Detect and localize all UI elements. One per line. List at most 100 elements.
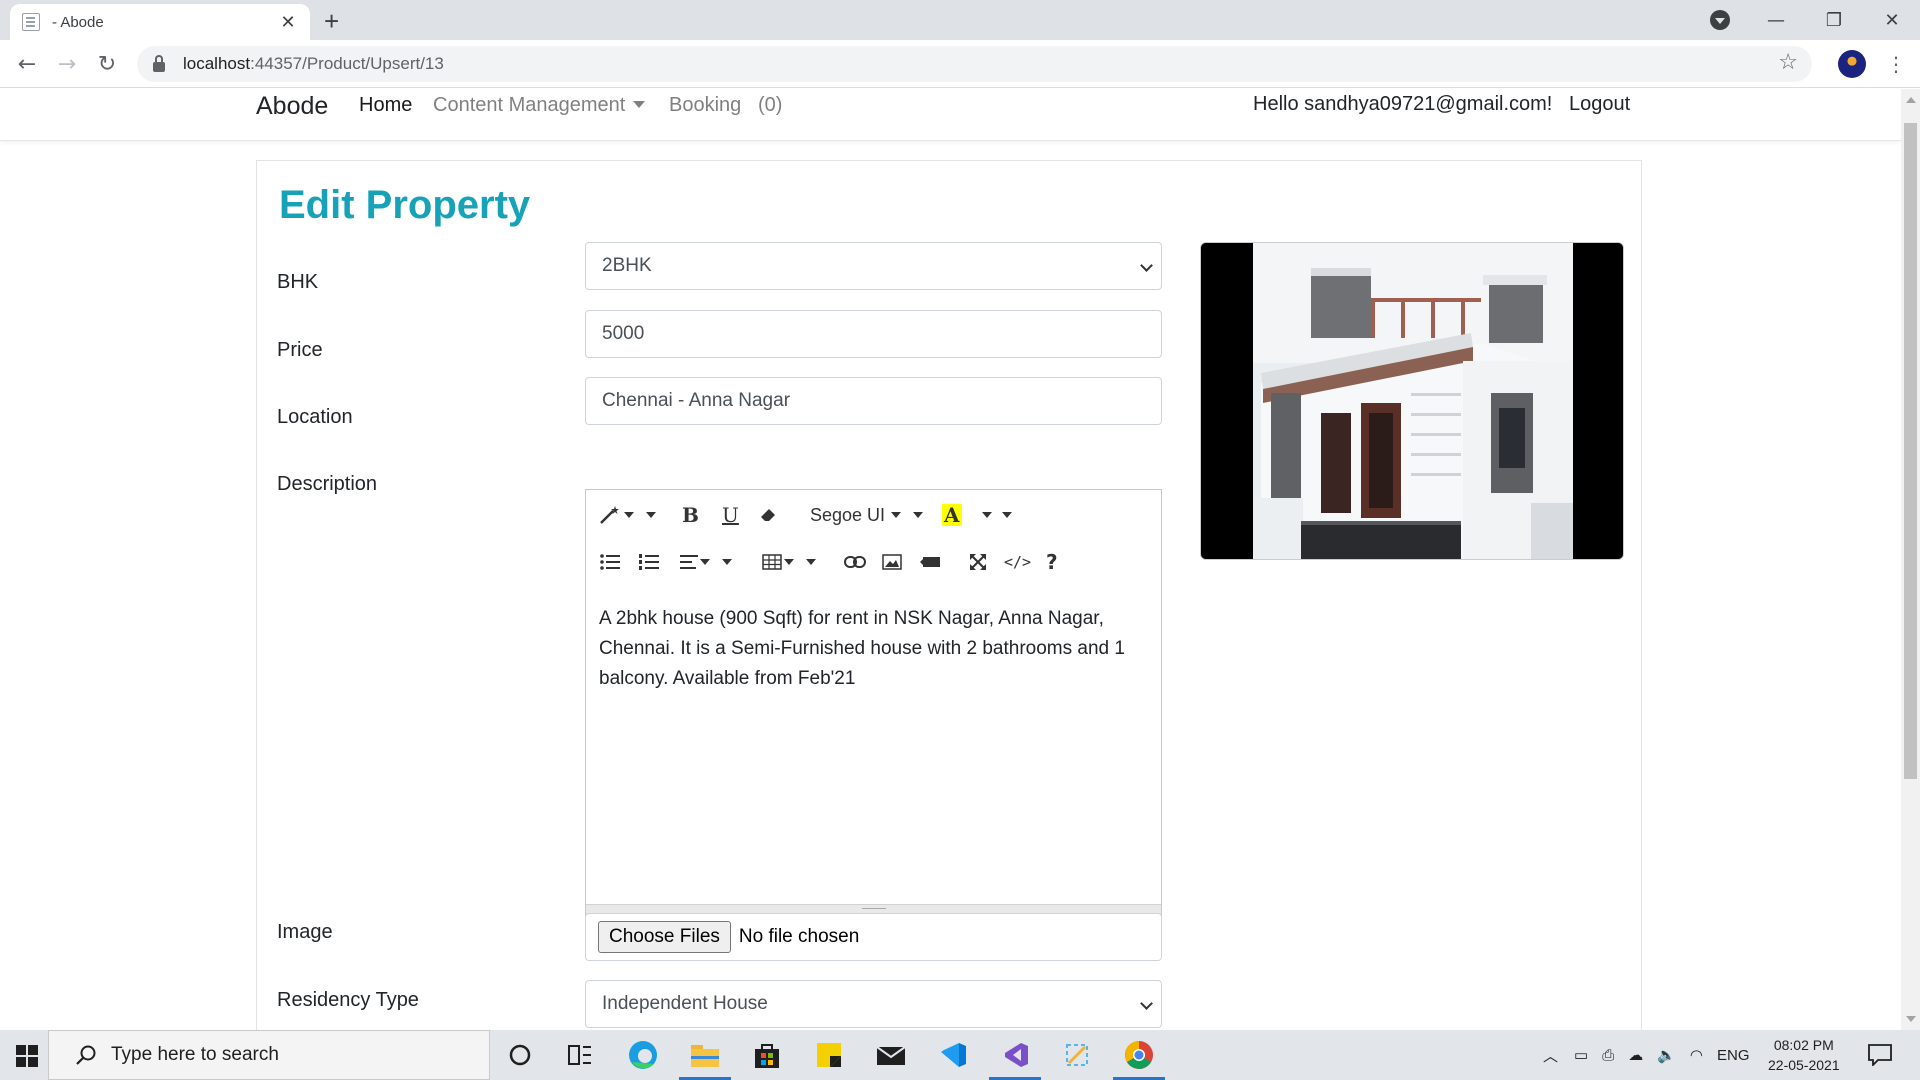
close-tab-icon[interactable]: ✕ bbox=[278, 12, 298, 33]
scroll-down-icon[interactable] bbox=[1906, 1016, 1916, 1022]
logout-link[interactable]: Logout bbox=[1569, 93, 1630, 116]
page-scrollbar[interactable] bbox=[1901, 89, 1920, 1030]
cortana-icon[interactable] bbox=[504, 1039, 536, 1071]
choose-files-button[interactable]: Choose Files bbox=[598, 921, 731, 953]
taskbar-search-placeholder: Type here to search bbox=[111, 1044, 279, 1065]
editor-toolbar: B U Segoe UI A </> ? bbox=[586, 490, 1161, 595]
font-name-dropdown[interactable]: Segoe UI bbox=[810, 500, 924, 530]
sticky-notes-icon[interactable] bbox=[813, 1039, 845, 1071]
bhk-value: 2BHK bbox=[602, 255, 652, 276]
file-explorer-icon[interactable] bbox=[679, 1039, 731, 1080]
image-file-input[interactable]: Choose Files No file chosen bbox=[585, 913, 1162, 961]
price-input[interactable]: 5000 bbox=[585, 310, 1162, 358]
chevron-down-icon bbox=[1140, 997, 1153, 1010]
scroll-up-icon[interactable] bbox=[1906, 97, 1916, 103]
clock-time: 08:02 PM bbox=[1773, 1037, 1834, 1053]
tab-search-icon[interactable] bbox=[1710, 10, 1730, 30]
vscode-icon[interactable] bbox=[937, 1039, 969, 1071]
numbered-list-icon[interactable] bbox=[639, 547, 659, 577]
address-bar[interactable]: localhost:44357/Product/Upsert/13 ☆ bbox=[137, 46, 1812, 82]
back-icon[interactable]: ← bbox=[11, 48, 43, 80]
residency-type-label: Residency Type bbox=[277, 989, 419, 1011]
image-icon[interactable] bbox=[882, 547, 902, 577]
minimize-icon[interactable]: — bbox=[1748, 0, 1804, 40]
taskbar-search-box[interactable]: Type here to search bbox=[48, 1030, 490, 1080]
browser-tab[interactable]: - Abode ✕ bbox=[10, 4, 310, 40]
text-color-button[interactable]: A bbox=[942, 500, 1012, 530]
chrome-icon[interactable] bbox=[1113, 1039, 1165, 1080]
image-label: Image bbox=[277, 921, 333, 943]
bookmark-star-icon[interactable]: ☆ bbox=[1778, 50, 1798, 75]
lock-icon[interactable] bbox=[153, 54, 165, 72]
profile-avatar[interactable] bbox=[1838, 50, 1866, 78]
mail-icon[interactable] bbox=[875, 1039, 907, 1071]
location-input[interactable]: Chennai - Anna Nagar bbox=[585, 377, 1162, 425]
underline-button[interactable]: U bbox=[722, 500, 739, 530]
wifi-icon[interactable]: ◠ bbox=[1690, 1046, 1703, 1064]
visual-studio-icon[interactable] bbox=[989, 1039, 1041, 1080]
code-view-icon[interactable]: </> bbox=[1004, 547, 1031, 577]
scrollbar-thumb[interactable] bbox=[1904, 123, 1917, 779]
show-hidden-icons-icon[interactable]: ︿ bbox=[1543, 1045, 1558, 1066]
page-icon bbox=[22, 13, 40, 31]
price-label: Price bbox=[277, 339, 323, 361]
bullet-list-icon[interactable] bbox=[600, 547, 620, 577]
page-title: Edit Property bbox=[279, 183, 531, 227]
font-name-value: Segoe UI bbox=[810, 504, 886, 525]
restore-icon[interactable]: ❐ bbox=[1806, 0, 1862, 40]
location-value: Chennai - Anna Nagar bbox=[602, 390, 791, 411]
microsoft-store-icon[interactable] bbox=[751, 1039, 783, 1071]
search-icon bbox=[76, 1045, 96, 1065]
notifications-icon[interactable] bbox=[1864, 1039, 1896, 1071]
windows-start-icon[interactable] bbox=[16, 1045, 38, 1067]
task-view-icon[interactable] bbox=[564, 1039, 596, 1071]
description-editor[interactable]: B U Segoe UI A </> ? A 2bhk house (900 S… bbox=[585, 489, 1162, 917]
fullscreen-icon[interactable] bbox=[969, 547, 987, 577]
forward-icon[interactable]: → bbox=[51, 48, 83, 80]
page-viewport: Abode Home Content Management Booking (0… bbox=[0, 89, 1901, 1030]
nav-home[interactable]: Home bbox=[359, 94, 412, 117]
residency-type-select[interactable]: Independent House bbox=[585, 980, 1162, 1028]
nav-booking[interactable]: Booking bbox=[669, 94, 741, 117]
device-icon[interactable]: ⎙ bbox=[1602, 1047, 1614, 1064]
bhk-select[interactable]: 2BHK bbox=[585, 242, 1162, 290]
site-navbar: Abode Home Content Management Booking (0… bbox=[0, 89, 1901, 141]
new-tab-icon[interactable]: + bbox=[324, 6, 339, 37]
help-icon[interactable]: ? bbox=[1046, 547, 1058, 577]
browser-menu-icon[interactable]: ⋮ bbox=[1886, 52, 1906, 76]
chevron-down-icon bbox=[1140, 259, 1153, 272]
paragraph-align-icon[interactable] bbox=[680, 547, 732, 577]
snipping-tool-icon[interactable] bbox=[1061, 1039, 1093, 1071]
style-magic-wand-icon[interactable] bbox=[598, 500, 656, 530]
reload-icon[interactable]: ↻ bbox=[91, 48, 123, 80]
bhk-label: BHK bbox=[277, 271, 319, 293]
link-icon[interactable] bbox=[844, 547, 866, 577]
video-icon[interactable] bbox=[920, 547, 940, 577]
booking-count[interactable]: (0) bbox=[758, 94, 782, 117]
tab-title: - Abode bbox=[52, 13, 104, 31]
nav-content-management[interactable]: Content Management bbox=[433, 94, 646, 117]
url-text: localhost:44357/Product/Upsert/13 bbox=[183, 54, 444, 73]
onedrive-cloud-icon[interactable]: ☁ bbox=[1628, 1046, 1643, 1064]
edge-browser-icon[interactable] bbox=[627, 1039, 659, 1071]
description-text[interactable]: A 2bhk house (900 Sqft) for rent in NSK … bbox=[599, 604, 1151, 694]
bold-button[interactable]: B bbox=[682, 500, 699, 530]
window-close-icon[interactable]: ✕ bbox=[1864, 0, 1920, 40]
residency-type-value: Independent House bbox=[602, 993, 768, 1014]
file-status: No file chosen bbox=[738, 926, 860, 947]
volume-icon[interactable]: 🔈 bbox=[1657, 1046, 1676, 1064]
clock-date: 22-05-2021 bbox=[1768, 1057, 1840, 1073]
taskbar-clock[interactable]: 08:02 PM 22-05-2021 bbox=[1768, 1035, 1840, 1075]
browser-toolbar: ← → ↻ localhost:44357/Product/Upsert/13 … bbox=[0, 40, 1920, 88]
location-label: Location bbox=[277, 406, 353, 428]
eraser-icon[interactable] bbox=[760, 500, 776, 530]
description-label: Description bbox=[277, 473, 378, 495]
brand-link[interactable]: Abode bbox=[256, 92, 328, 121]
language-indicator[interactable]: ENG bbox=[1717, 1047, 1750, 1064]
browser-tabstrip: - Abode ✕ + — ❐ ✕ bbox=[0, 0, 1920, 40]
table-icon[interactable] bbox=[762, 547, 816, 577]
property-photo bbox=[1200, 242, 1624, 560]
user-greeting[interactable]: Hello sandhya09721@gmail.com! bbox=[1253, 93, 1552, 116]
battery-icon[interactable]: ▭ bbox=[1574, 1046, 1588, 1064]
edit-property-card: Edit Property BHK 2BHK Price 5000 Locati… bbox=[256, 160, 1642, 1030]
